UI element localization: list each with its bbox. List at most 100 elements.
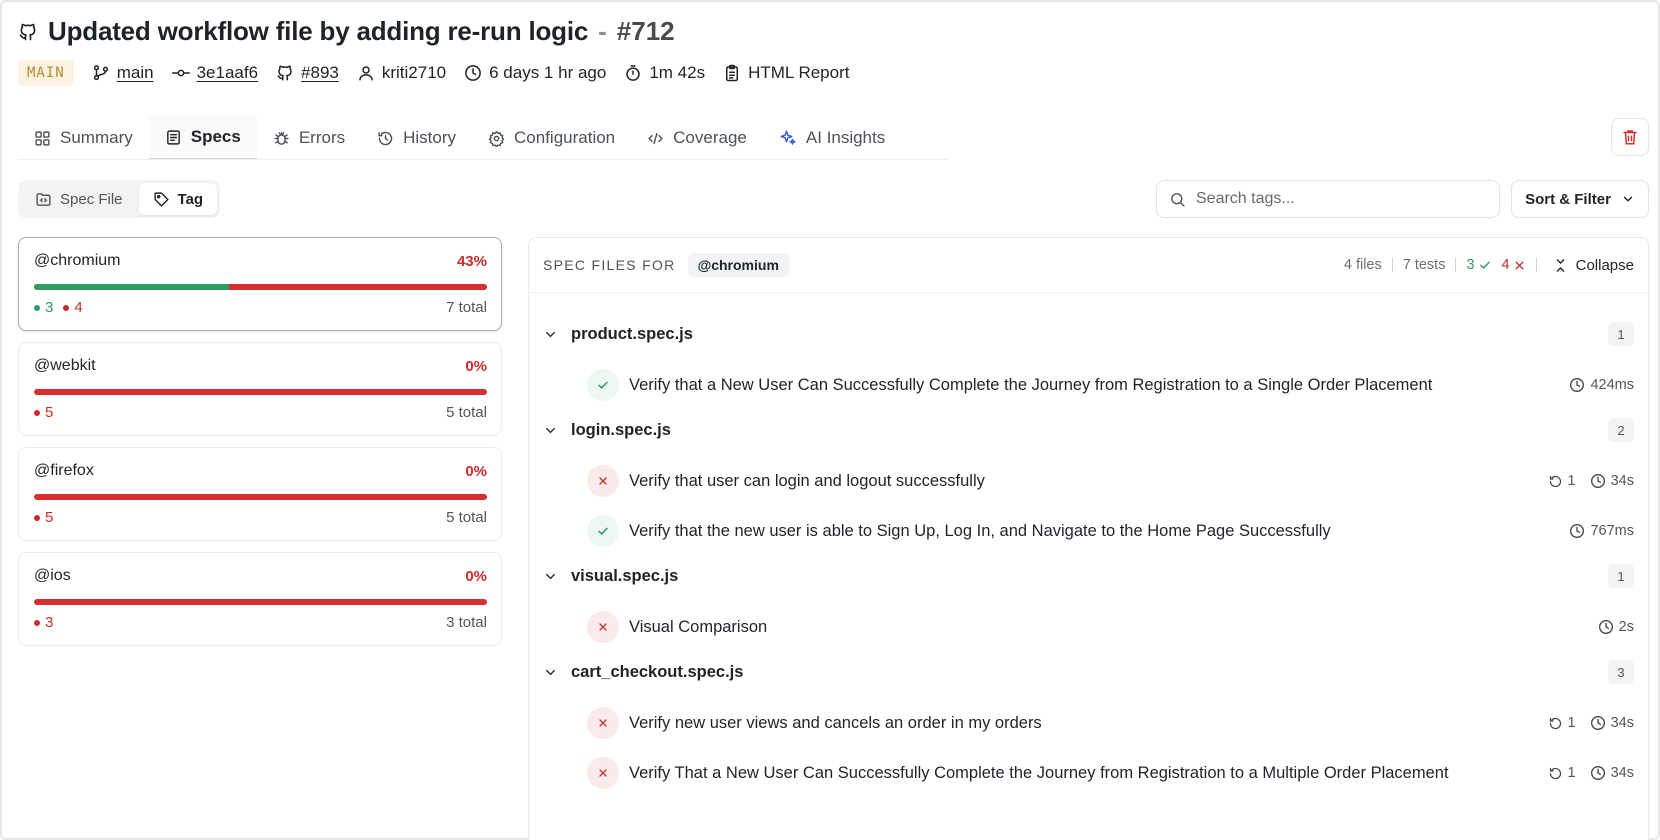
commit-link[interactable]: 3e1aaf6 — [197, 63, 258, 83]
divider — [1535, 258, 1537, 272]
tag-pass-rate: 0% — [465, 567, 487, 585]
retry-icon — [1549, 475, 1561, 487]
branch-badge: MAIN — [18, 60, 74, 86]
title-separator: - — [598, 16, 607, 46]
report-item[interactable]: HTML Report — [723, 63, 849, 83]
spec-group-login[interactable]: login.spec.js 2 — [543, 416, 1634, 444]
tab-label: AI Insights — [805, 128, 886, 147]
spec-file-toggle[interactable]: Spec File — [21, 183, 137, 215]
tag-pass-rate: 43% — [456, 252, 487, 270]
gear-icon — [488, 130, 505, 147]
test-row[interactable]: Verify That a New User Can Successfully … — [587, 756, 1634, 790]
fail-count: 3 — [34, 614, 53, 631]
trash-icon — [1621, 128, 1639, 146]
author-item: kriti2710 — [357, 63, 446, 83]
tab-errors[interactable]: Errors — [257, 116, 361, 160]
tests-count: 7 tests — [1402, 257, 1446, 273]
sort-filter-button[interactable]: Sort & Filter — [1511, 180, 1649, 218]
test-count-badge: 3 — [1608, 660, 1634, 684]
test-duration: 424ms — [1569, 377, 1634, 393]
spec-group-visual[interactable]: visual.spec.js 1 — [543, 562, 1634, 590]
test-row[interactable]: Verify that the new user is able to Sign… — [587, 514, 1634, 548]
clock-icon — [1570, 524, 1585, 538]
tabs-divider — [18, 159, 948, 160]
failed-count: 4 — [1502, 257, 1526, 273]
spec-group-product[interactable]: product.spec.js 1 — [543, 320, 1634, 348]
clock-icon — [1570, 378, 1585, 392]
spec-file-name: visual.spec.js — [571, 566, 679, 585]
x-icon — [599, 623, 607, 631]
status-pass — [587, 369, 619, 401]
spec-files-panel: SPEC FILES FOR @chromium 4 files 7 tests… — [528, 237, 1649, 840]
tag-card-webkit[interactable]: @webkit 0% 5 5 total — [18, 342, 502, 436]
test-row[interactable]: Verify that user can login and logout su… — [587, 464, 1634, 498]
pr-link[interactable]: #893 — [301, 63, 339, 83]
tab-label: Coverage — [673, 128, 747, 147]
tab-history[interactable]: History — [361, 116, 472, 160]
clock-icon — [1590, 474, 1605, 488]
retry-icon — [1549, 767, 1561, 779]
tag-toggle[interactable]: Tag — [138, 183, 218, 215]
fail-count: 5 — [34, 404, 53, 421]
retry-count: 1 — [1548, 715, 1576, 731]
test-duration: 2s — [1598, 619, 1634, 635]
tab-ai-insights[interactable]: AI Insights — [763, 116, 901, 160]
tag-card-chromium[interactable]: @chromium 43% 3 4 7 total — [18, 237, 502, 331]
stopwatch-icon — [624, 64, 642, 82]
test-name: Verify that the new user is able to Sign… — [629, 521, 1331, 540]
branch-link[interactable]: main — [117, 63, 154, 83]
x-icon — [599, 477, 607, 485]
pass-segment — [34, 284, 229, 290]
test-row[interactable]: Visual Comparison 2s — [587, 610, 1634, 644]
pr-item: #893 — [276, 63, 339, 83]
bug-icon — [273, 130, 290, 147]
check-icon — [1479, 261, 1490, 269]
spec-group-cart-checkout[interactable]: cart_checkout.spec.js 3 — [543, 658, 1634, 686]
pass-fail-bar — [34, 494, 487, 500]
spec-file-name: product.spec.js — [571, 324, 693, 343]
retry-count: 1 — [1548, 765, 1576, 781]
selected-tag-chip: @chromium — [687, 253, 789, 277]
tag-name: @chromium — [34, 252, 121, 269]
test-count-badge: 2 — [1608, 418, 1634, 442]
chevron-down-icon — [543, 569, 558, 584]
user-icon — [357, 64, 375, 82]
tab-specs[interactable]: Specs — [148, 116, 257, 160]
tag-card-firefox[interactable]: @firefox 0% 5 5 total — [18, 447, 502, 541]
collapse-button[interactable]: Collapse — [1553, 257, 1634, 274]
search-input[interactable] — [1196, 190, 1476, 208]
tag-total: 5 total — [446, 509, 487, 526]
clock-icon — [1590, 766, 1605, 780]
chevron-down-icon — [1621, 192, 1635, 206]
divider — [1455, 258, 1457, 272]
tag-name: @firefox — [34, 462, 94, 479]
author-name: kriti2710 — [381, 63, 447, 82]
clipboard-icon — [723, 64, 741, 82]
tab-configuration[interactable]: Configuration — [472, 116, 631, 160]
test-duration: 34s — [1590, 715, 1634, 731]
tag-card-ios[interactable]: @ios 0% 3 3 total — [18, 552, 502, 646]
pass-fail-bar — [34, 599, 487, 605]
passed-count: 3 — [1466, 257, 1491, 273]
commit-item: 3e1aaf6 — [171, 63, 258, 83]
tab-coverage[interactable]: Coverage — [631, 116, 763, 160]
chevron-down-icon — [543, 665, 558, 680]
delete-run-button[interactable] — [1611, 118, 1649, 156]
github-icon — [18, 22, 38, 42]
fail-segment — [228, 284, 487, 290]
branch-item: main — [92, 63, 154, 83]
tag-icon — [153, 191, 170, 208]
tab-summary[interactable]: Summary — [18, 116, 149, 160]
document-icon — [165, 129, 182, 146]
check-icon — [598, 381, 608, 389]
github-icon — [276, 64, 294, 82]
tag-name: @webkit — [34, 357, 96, 374]
html-report-link[interactable]: HTML Report — [748, 63, 849, 83]
tag-label: Tag — [177, 190, 204, 208]
test-row[interactable]: Verify new user views and cancels an ord… — [587, 706, 1634, 740]
test-name: Verify That a New User Can Successfully … — [629, 763, 1449, 782]
retry-count: 1 — [1548, 473, 1576, 489]
test-row[interactable]: Verify that a New User Can Successfully … — [587, 368, 1634, 402]
clock-icon — [1590, 716, 1605, 730]
tab-bar: Summary Specs Errors History Configurati… — [18, 116, 901, 160]
